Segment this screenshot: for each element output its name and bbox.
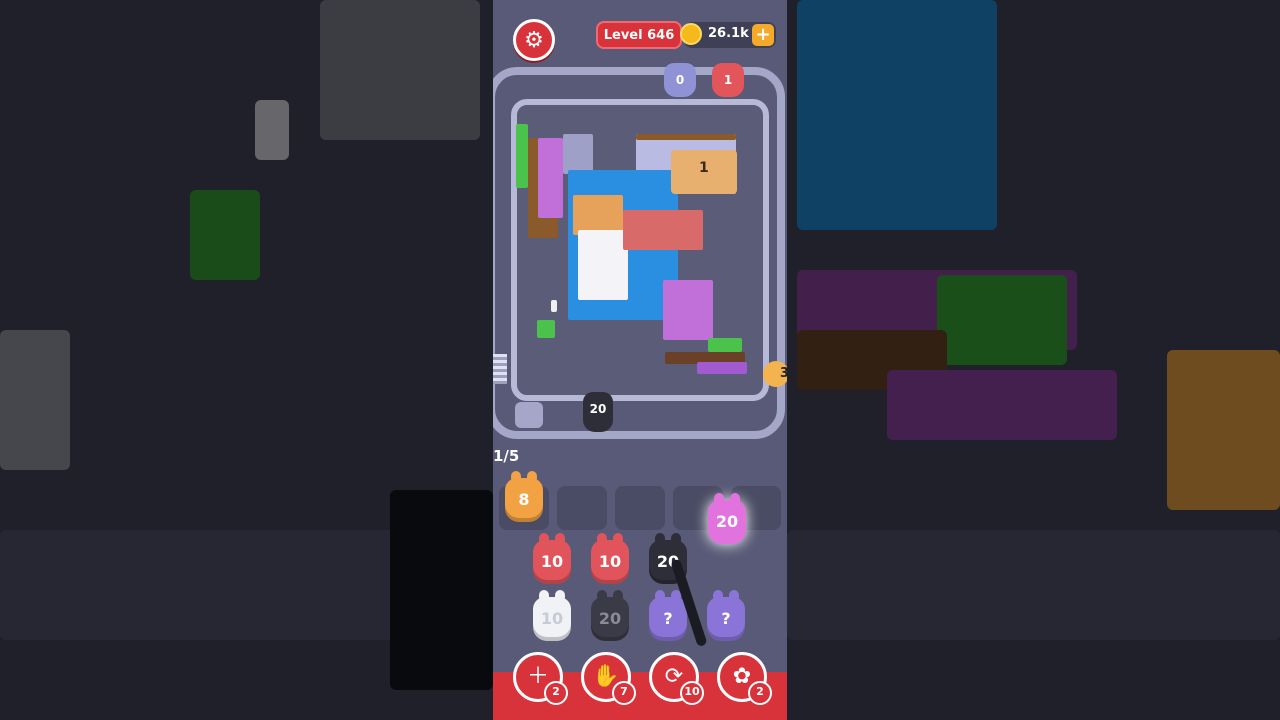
- hand-booster[interactable]: ✋ 7: [581, 652, 636, 705]
- mystery-unit[interactable]: ?: [707, 590, 745, 641]
- coin-counter: 26.1k +: [680, 22, 776, 48]
- queue-unit[interactable]: 10: [533, 590, 571, 641]
- slot-unit[interactable]: 8: [505, 471, 543, 522]
- track-stack: [493, 354, 507, 384]
- active-shooter: 20: [583, 392, 613, 432]
- bunny-booster[interactable]: ✿ 2: [717, 652, 772, 705]
- queue-unit[interactable]: 10: [591, 533, 629, 584]
- coin-amount: 26.1k: [708, 26, 749, 41]
- track-shooter: 1: [712, 63, 744, 97]
- shuffle-icon: ⟳: [664, 664, 684, 689]
- queue-unit[interactable]: 20: [591, 590, 629, 641]
- level-badge: Level 646: [596, 21, 682, 49]
- gear-icon: ⚙: [524, 27, 544, 53]
- booster-count: 7: [612, 681, 636, 705]
- track-shooter-right: 3: [763, 361, 787, 387]
- mystery-unit[interactable]: ?: [649, 590, 687, 641]
- queue-unit[interactable]: 10: [533, 533, 571, 584]
- shooter-counter: 1/5: [493, 447, 520, 465]
- background-right: [787, 0, 1280, 720]
- booster-count: 10: [680, 681, 704, 705]
- add-slot-booster[interactable]: ＋ 2: [513, 652, 568, 705]
- booster-count: 2: [544, 681, 568, 705]
- bunny-icon: ✿: [732, 664, 752, 689]
- track-entry-block: [515, 402, 543, 428]
- shuffle-booster[interactable]: ⟳ 10: [649, 652, 704, 705]
- waiting-slot: [615, 486, 665, 530]
- settings-button[interactable]: ⚙: [513, 19, 555, 61]
- booster-count: 2: [748, 681, 772, 705]
- game-screen: ⚙ Level 646 26.1k + 0 1 1 3 20 1/5 8 20 …: [493, 0, 787, 720]
- add-coins-button[interactable]: +: [752, 24, 774, 46]
- slot-unit[interactable]: 20: [708, 493, 746, 544]
- waiting-slot: [557, 486, 607, 530]
- track-shooter: 0: [664, 63, 696, 97]
- locked-plate: 1: [671, 150, 737, 194]
- top-bar: ⚙ Level 646 26.1k +: [493, 16, 787, 61]
- background-left: [0, 0, 493, 720]
- coin-icon: [680, 23, 702, 45]
